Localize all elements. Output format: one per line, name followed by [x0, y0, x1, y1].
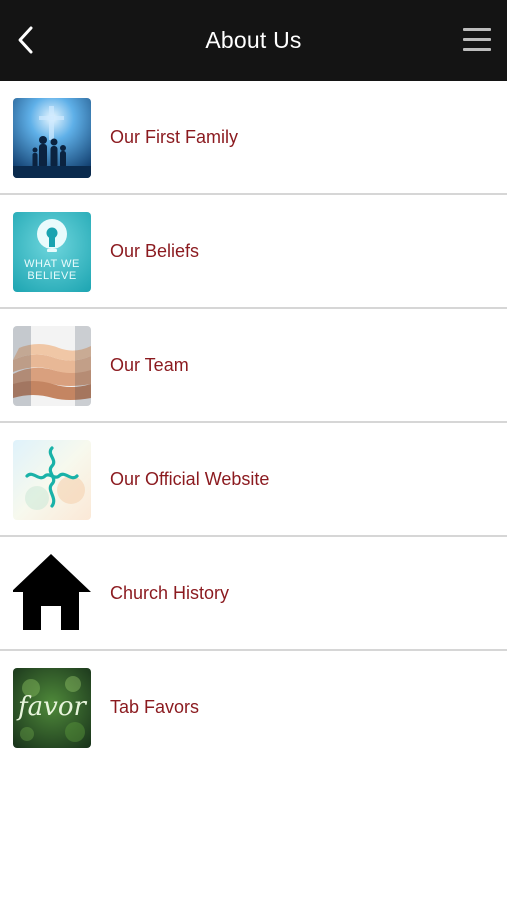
list-item-label: Our Official Website: [110, 468, 270, 489]
about-us-list: Our First Family WHAT WE BELIEVE Our Bel…: [0, 81, 507, 765]
list-item-church-history[interactable]: Church History: [0, 537, 507, 651]
thumb-caption: favor: [18, 692, 86, 722]
stacked-hands-thumbnail: [13, 326, 91, 406]
hamburger-menu-icon: [463, 28, 491, 31]
back-button[interactable]: [8, 20, 44, 60]
menu-button[interactable]: [463, 28, 493, 54]
list-item-label: Tab Favors: [110, 696, 200, 717]
list-item-our-first-family[interactable]: Our First Family: [0, 81, 507, 195]
app-header: About Us: [0, 0, 507, 81]
lightbulb-what-we-believe-thumbnail: WHAT WE BELIEVE: [13, 212, 91, 292]
favor-thumbnail: favor: [13, 668, 91, 748]
family-photo-thumbnail: [13, 98, 91, 178]
list-item-our-team[interactable]: Our Team: [0, 309, 507, 423]
list-item-label: Our Beliefs: [110, 240, 200, 261]
thumb-caption: WHAT WE BELIEVE: [24, 258, 80, 282]
chevron-left-icon: [18, 26, 33, 54]
list-item-our-official-website[interactable]: Our Official Website: [0, 423, 507, 537]
page-title: About Us: [205, 27, 302, 53]
list-item-label: Church History: [110, 582, 230, 603]
list-item-tab-favors[interactable]: favor Tab Favors: [0, 651, 507, 765]
house-icon: [13, 554, 91, 634]
list-item-label: Our First Family: [110, 126, 238, 147]
list-item-our-beliefs[interactable]: WHAT WE BELIEVE Our Beliefs: [0, 195, 507, 309]
list-item-label: Our Team: [110, 354, 189, 375]
cross-logo-thumbnail: [13, 440, 91, 520]
